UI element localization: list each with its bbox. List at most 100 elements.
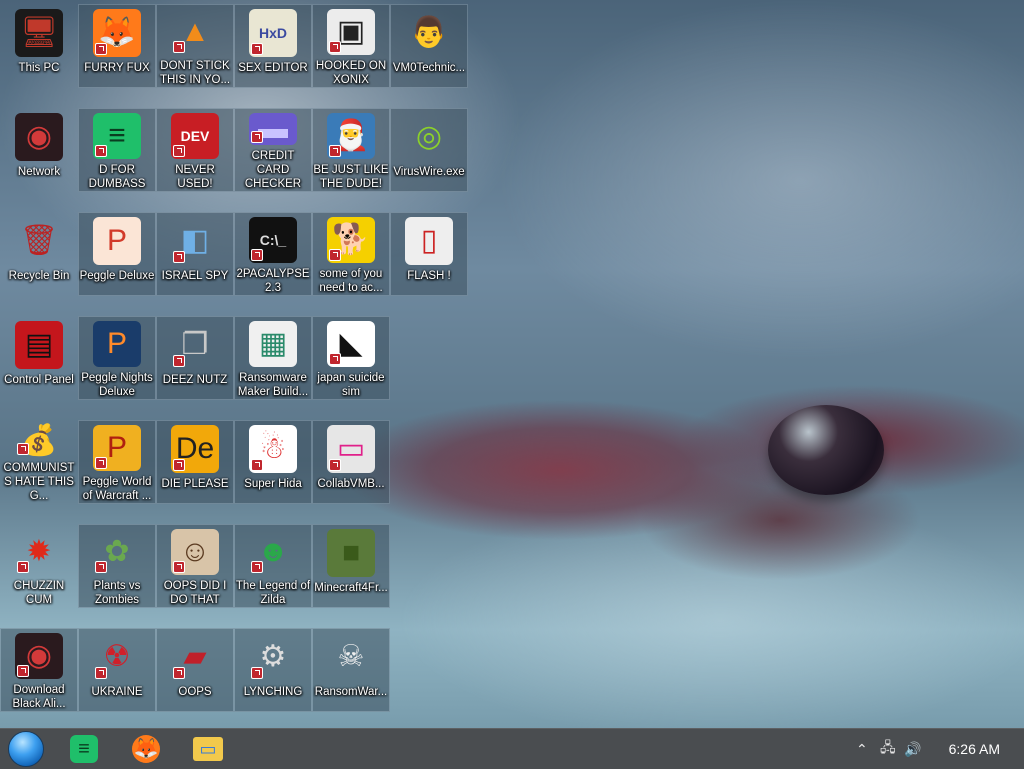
furry-fux-icon: 🦊 — [93, 9, 141, 57]
oops-did-i-do-that-icon: ☺ — [171, 529, 219, 575]
desktop-icon-japan-suicide-sim[interactable]: ◣ japan suicide sim — [312, 316, 390, 400]
desktop-icon-sex-editor[interactable]: HxD SEX EDITOR — [234, 4, 312, 88]
desktop-icon-label: COMMUNISTS HATE THIS G... — [3, 462, 75, 502]
shortcut-arrow-icon — [173, 355, 185, 367]
shortcut-arrow-icon — [251, 131, 263, 143]
desktop-icon-label: BE JUST LIKE THE DUDE! — [313, 164, 389, 190]
taskbar-notes-button[interactable]: ≡ — [64, 733, 104, 765]
desktop-icon-peggle-nights-deluxe[interactable]: P Peggle Nights Deluxe — [78, 316, 156, 400]
desktop-icon-control-panel[interactable]: ▤ Control Panel — [1, 317, 77, 399]
peggle-world-of-warcraft-icon: P — [93, 425, 141, 471]
tray-volume-button[interactable]: 🔊 — [904, 729, 921, 769]
vm0technic-icon: 👨 — [405, 9, 453, 57]
desktop-icon-label: Control Panel — [4, 374, 74, 386]
taskbar-clock[interactable]: 6:26 AM — [949, 729, 1000, 769]
desktop-icon-minecraft4fr[interactable]: ■ Minecraft4Fr... — [312, 524, 390, 608]
shortcut-arrow-icon — [95, 457, 107, 469]
desktop-icon-dont-stick-this[interactable]: ▲ DONT STICK THIS IN YO... — [156, 4, 234, 88]
volume-icon: 🔊 — [904, 740, 922, 757]
desktop-icon-download-black-ali[interactable]: ◉ Download Black Ali... — [0, 628, 78, 712]
desktop-icon-label: DEEZ NUTZ — [162, 374, 228, 386]
shortcut-arrow-icon — [95, 561, 107, 573]
desktop-icon-label: This PC — [18, 62, 60, 74]
vm0technic-glyph: 👨 — [410, 16, 448, 49]
desktop-icon-this-pc[interactable]: 🖥 This PC — [1, 5, 77, 87]
desktop-icon-label: LYNCHING — [243, 686, 303, 698]
hooked-on-xonix-icon: ▣ — [327, 9, 375, 55]
desktop-icon-super-hida[interactable]: ☃ Super Hida — [234, 420, 312, 504]
shortcut-arrow-icon — [329, 41, 341, 53]
ransomware-maker-icon: ▦ — [249, 321, 297, 367]
chuzzin-cum-icon: ✹ — [15, 529, 63, 575]
desktop[interactable]: 🖥 This PC 🦊 FURRY FUX ▲ DONT STICK THIS IN YO… — [0, 0, 1024, 728]
taskbar-file-explorer-glyph: ▭ — [199, 739, 217, 759]
sex-editor-icon: HxD — [249, 9, 297, 57]
desktop-icon-ukraine[interactable]: ☢ UKRAINE — [78, 628, 156, 712]
desktop-icon-label: Peggle Nights Deluxe — [81, 372, 153, 398]
desktop-icon-label: Minecraft4Fr... — [314, 582, 388, 594]
desktop-icon-flash[interactable]: ▯ FLASH ! — [390, 212, 468, 296]
desktop-icon-label: DIE PLEASE — [161, 478, 229, 490]
viruswire-icon: ◎ — [405, 113, 453, 161]
desktop-icon-never-used[interactable]: DEV NEVER USED! — [156, 108, 234, 192]
shortcut-arrow-icon — [17, 665, 29, 677]
network-glyph: ◉ — [25, 120, 53, 153]
taskbar-explorer-button[interactable]: ▭ — [188, 733, 228, 765]
firefox-icon: 🦊 — [132, 735, 160, 763]
desktop-icon-recycle-bin[interactable]: 🗑 Recycle Bin — [1, 213, 77, 295]
taskbar-firefox-button[interactable]: 🦊 — [126, 733, 166, 765]
desktop-icon-deez-nutz[interactable]: ❐ DEEZ NUTZ — [156, 316, 234, 400]
tray-network-button[interactable]: 🖧 — [880, 729, 896, 769]
desktop-icon-collabvmb[interactable]: ▭ CollabVMB... — [312, 420, 390, 504]
desktop-icon-peggle-deluxe[interactable]: P Peggle Deluxe — [78, 212, 156, 296]
desktop-icon-legend-of-zilda[interactable]: ☻ The Legend of Zilda — [234, 524, 312, 608]
control-panel-glyph: ▤ — [24, 328, 54, 361]
desktop-icon-label: Ransomware Maker Build... — [237, 372, 309, 398]
desktop-icon-lynching[interactable]: ⚙ LYNCHING — [234, 628, 312, 712]
hooked-on-xonix-glyph: ▣ — [336, 15, 366, 48]
desktop-icon-peggle-world-of-warcraft[interactable]: P Peggle World of Warcraft ... — [78, 420, 156, 504]
desktop-icon-ransomware-maker[interactable]: ▦ Ransomware Maker Build... — [234, 316, 312, 400]
desktop-icon-label: Recycle Bin — [8, 270, 70, 282]
desktop-icon-oops[interactable]: ▰ OOPS — [156, 628, 234, 712]
desktop-icon-oops-did-i-do-that[interactable]: ☺ OOPS DID I DO THAT — [156, 524, 234, 608]
desktop-icon-2pacalypse[interactable]: C:\_ 2PACALYPSE 2.3 — [234, 212, 312, 296]
download-black-ali-icon: ◉ — [15, 633, 63, 679]
desktop-icon-label: FLASH ! — [407, 270, 451, 282]
start-button[interactable] — [6, 731, 46, 767]
desktop-icon-chuzzin-cum[interactable]: ✹ CHUZZIN CUM — [1, 525, 77, 607]
shortcut-arrow-icon — [173, 145, 185, 157]
tray-overflow-button[interactable]: ⌃ — [856, 729, 868, 769]
desktop-icon-hooked-on-xonix[interactable]: ▣ HOOKED ON XONIX — [312, 4, 390, 88]
desktop-icon-label: OOPS — [178, 686, 212, 698]
desktop-icon-label: Download Black Ali... — [12, 684, 66, 710]
plants-vs-zombies-icon: ✿ — [93, 529, 141, 575]
desktop-icon-d-for-dumbass[interactable]: ≡ D FOR DUMBASS — [78, 108, 156, 192]
desktop-icon-vm0technic[interactable]: 👨 VM0Technic... — [390, 4, 468, 88]
taskbar-firefox-glyph: 🦊 — [133, 738, 159, 760]
shortcut-arrow-icon — [173, 667, 185, 679]
communists-hate-this-icon: 💰 — [15, 425, 63, 457]
desktop-icon-be-just-like-the-dude[interactable]: 🎅 BE JUST LIKE THE DUDE! — [312, 108, 390, 192]
desktop-icon-die-please[interactable]: De DIE PLEASE — [156, 420, 234, 504]
desktop-icon-some-of-you-need-to[interactable]: 🐕 some of you need to ac... — [312, 212, 390, 296]
desktop-icon-viruswire[interactable]: ◎ VirusWire.exe — [390, 108, 468, 192]
desktop-icon-ransomwar[interactable]: ☠ RansomWar... — [312, 628, 390, 712]
download-black-ali-glyph: ◉ — [25, 639, 53, 672]
2pacalypse-glyph: C:\_ — [259, 232, 287, 248]
d-for-dumbass-glyph: ≡ — [108, 119, 126, 152]
taskbar: ≡ 🦊 ▭ ⌃ 🖧 🔊 6:26 AM — [0, 728, 1024, 769]
desktop-icon-plants-vs-zombies[interactable]: ✿ Plants vs Zombies — [78, 524, 156, 608]
shortcut-arrow-icon — [95, 145, 107, 157]
desktop-icon-israel-spy[interactable]: ◧ ISRAEL SPY — [156, 212, 234, 296]
die-please-icon: De — [171, 425, 219, 473]
network-icon: 🖧 — [880, 739, 896, 755]
shortcut-arrow-icon — [251, 43, 263, 55]
desktop-icon-credit-card-checker[interactable]: ▬ CREDIT CARD CHECKER — [234, 108, 312, 192]
israel-spy-glyph: ◧ — [180, 224, 210, 257]
desktop-icon-network[interactable]: ◉ Network — [1, 109, 77, 191]
super-hida-icon: ☃ — [249, 425, 297, 473]
desktop-icon-furry-fux[interactable]: 🦊 FURRY FUX — [78, 4, 156, 88]
desktop-icon-label: Super Hida — [244, 478, 302, 490]
desktop-icon-communists-hate-this[interactable]: 💰 COMMUNISTS HATE THIS G... — [1, 421, 77, 503]
